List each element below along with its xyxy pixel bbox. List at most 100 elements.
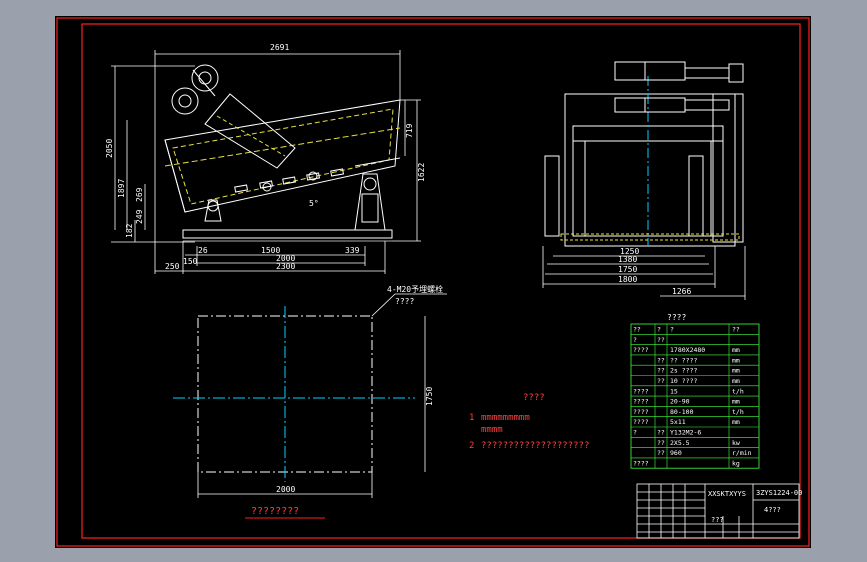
screen-mesh	[560, 233, 740, 241]
dim-1266: 1266	[672, 287, 691, 296]
shaft	[684, 67, 730, 79]
sheet-label: 4???	[764, 506, 781, 514]
end-frame	[564, 93, 736, 247]
spec-cell-unit: mm	[732, 377, 740, 385]
drawing-name: XXSKTXYYS	[708, 490, 746, 498]
spec-cell-c2: ??	[657, 336, 665, 344]
vibrator-axis	[216, 115, 286, 157]
motor-lower-hub	[178, 94, 192, 108]
dim-2050: 2050	[105, 139, 114, 158]
bolt-sublabel: ????	[395, 297, 414, 306]
dim-1897: 1897	[117, 179, 126, 198]
motor-upper	[191, 64, 219, 92]
drive-side-frame	[712, 93, 744, 243]
spec-cell-c3: 5x11	[670, 418, 686, 426]
motor-upper-hub	[198, 71, 212, 85]
spec-cell-unit: ??	[732, 326, 740, 334]
spec-cell-unit: kw	[732, 439, 740, 447]
spec-cell-c3: 10 ????	[670, 377, 697, 385]
screen-box	[164, 99, 401, 213]
note-2-num: 2	[469, 441, 474, 451]
incline-angle: 5°	[309, 199, 319, 208]
dim-269: 269	[135, 187, 144, 202]
spec-cell-c3: ?	[670, 326, 674, 334]
spec-cell-c2: ??	[657, 356, 665, 364]
dim-250: 250	[165, 262, 180, 271]
end-view-dimensions	[542, 246, 746, 300]
spec-cell-c1: ?	[633, 429, 637, 437]
spec-cell-c1: ????	[633, 387, 649, 395]
spec-cell-c2: ??	[657, 439, 665, 447]
dim-1800: 1800	[618, 275, 637, 284]
outer-border	[56, 17, 810, 547]
spec-cell-unit: mm	[732, 356, 740, 364]
motor-link	[192, 69, 216, 97]
spec-cell-c1: ????	[633, 398, 649, 406]
spec-cell-unit: mm	[732, 398, 740, 406]
note-1-line1: mmmmmmmmm	[481, 413, 530, 423]
dim-26: 26	[198, 246, 208, 255]
spec-cell-c1: ??	[633, 326, 641, 334]
coupling-2	[644, 97, 686, 113]
shaft-2	[684, 99, 730, 111]
dim-182: 182	[125, 223, 134, 238]
spec-cell-c3: Y132M2-6	[670, 429, 701, 437]
side-view-dimensions	[111, 50, 421, 274]
dim-249: 249	[135, 209, 144, 224]
spec-cell-c3: ?? ????	[670, 356, 697, 364]
dim-1750-plan: 1750	[425, 387, 434, 406]
dim-339: 339	[345, 246, 360, 255]
spec-cell-c2: ??	[657, 449, 665, 457]
foundation-labels: 4-M20予埋螺栓 ???? 2000 1750 ????????	[251, 284, 443, 517]
slot	[282, 176, 297, 185]
slot	[234, 184, 249, 193]
spec-cell-c3: 2X5.5	[670, 439, 690, 447]
drawing-number: 3ZYS1224-00	[756, 489, 802, 497]
motor-left-2	[614, 97, 646, 113]
right-spring-column	[688, 155, 704, 237]
dim-2300: 2300	[276, 262, 295, 271]
discharge-lip	[354, 157, 401, 167]
spec-cell-c2: ??	[657, 367, 665, 375]
scale-label: ???	[711, 516, 724, 524]
plan-caption: ????????	[251, 506, 299, 517]
end-view-labels: 1250 1380 1750 1800 1266	[618, 247, 691, 296]
spec-cell-c2: ??	[657, 429, 665, 437]
dim-1380: 1380	[618, 255, 637, 264]
motor-left	[614, 61, 646, 81]
dim-150: 150	[183, 257, 198, 266]
spec-cell-unit: r/min	[732, 449, 752, 457]
spec-cell-c1: ????	[633, 459, 649, 467]
bolt-label: 4-M20予埋螺栓	[387, 284, 443, 294]
title-block-text: 3ZYS1224-00 XXSKTXYYS ??? 4???	[708, 489, 802, 524]
spec-table: ????????????? 1780X2480 mm???? ???? mm?? 2s …	[630, 323, 760, 469]
spec-cell-unit: mm	[732, 418, 740, 426]
base-frame	[182, 229, 393, 239]
inner-border	[81, 23, 801, 539]
motor-lower	[171, 87, 199, 115]
bolt-leader	[371, 293, 396, 317]
spec-cell-c3: 960	[670, 449, 682, 457]
note-1-num: 1	[469, 413, 474, 423]
spec-cell-c2: ?	[657, 326, 661, 334]
drawing-sheet: 2691 2050 1897 269 249 182 719 1622 26 1…	[55, 16, 811, 548]
left-spring-column	[544, 155, 560, 237]
coupling	[644, 61, 686, 81]
dim-1750: 1750	[618, 265, 637, 274]
foundation-plan	[173, 293, 447, 519]
spec-cell-c1: ????	[633, 408, 649, 416]
side-view	[164, 64, 401, 242]
support-right-window	[361, 193, 379, 223]
motor-right	[728, 63, 744, 83]
note-2-text: ????????????????????	[481, 441, 589, 451]
spec-cell-unit: t/h	[732, 387, 744, 395]
spec-cell-c3: 1780X2480	[670, 346, 705, 354]
note-1-line2: mmmm	[481, 425, 503, 435]
spec-cell-unit: kg	[732, 459, 740, 467]
cad-drawing: 2691 2050 1897 269 249 182 719 1622 26 1…	[56, 17, 810, 547]
spring-right	[363, 177, 377, 191]
technical-notes: ???? 1 mmmmmmmmm mmmm 2 ????????????????…	[469, 393, 589, 451]
side-view-labels: 2691 2050 1897 269 249 182 719 1622 26 1…	[105, 43, 426, 271]
dim-1622: 1622	[417, 163, 426, 182]
spec-cell-c1: ?	[633, 336, 637, 344]
